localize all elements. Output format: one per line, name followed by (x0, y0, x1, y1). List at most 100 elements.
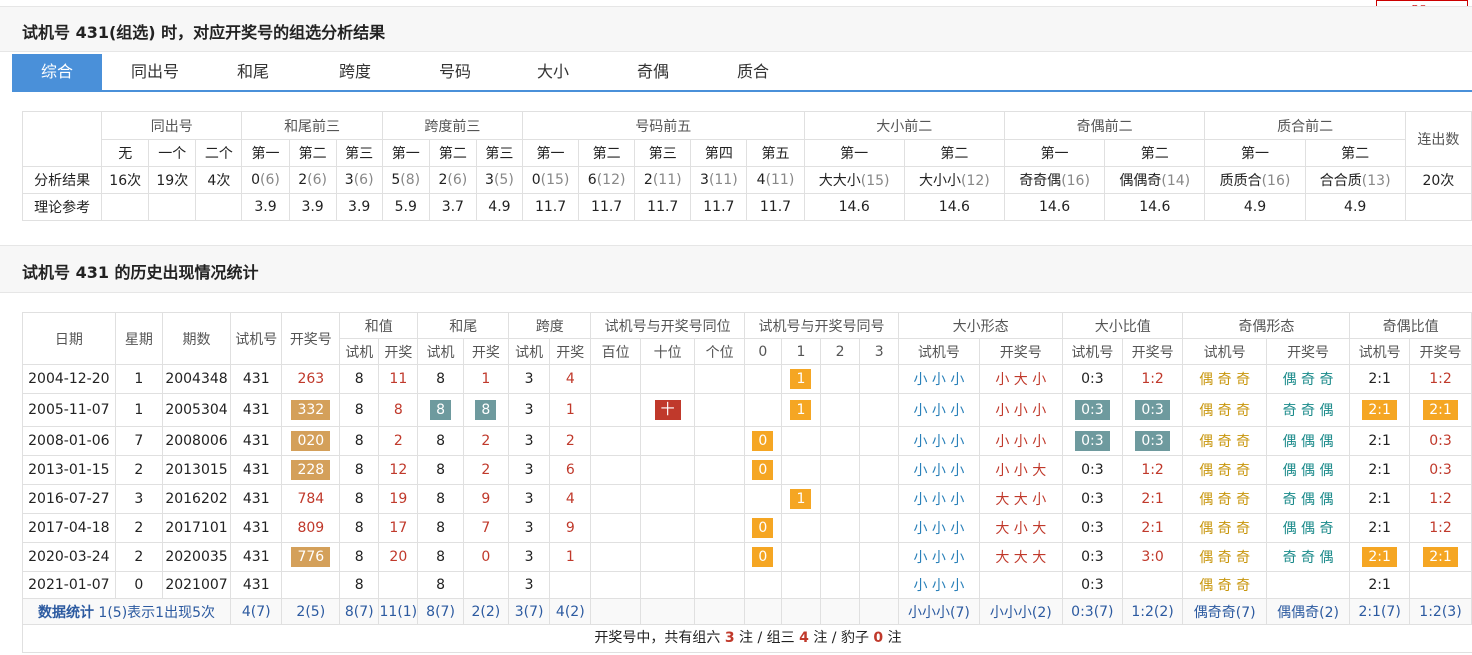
sub-header: 开奖 (378, 338, 419, 365)
sub-header: 第三 (335, 139, 383, 167)
cell-hw_s: 8 (417, 484, 464, 514)
cell-job_s: 2:1 (1349, 571, 1410, 599)
cell-value: 2 (393, 433, 403, 449)
row-label: 理论参考 (21, 193, 103, 221)
cell-kjh (281, 571, 341, 599)
result-value: 2 (643, 172, 653, 188)
sub-header: 第二 (578, 139, 636, 167)
sub-header: 第二 (1304, 139, 1406, 167)
cell-week: 2 (114, 513, 164, 543)
cell-jo_s: 偶 奇 奇 (1182, 393, 1267, 427)
reference-cell: 4.9 (1204, 193, 1306, 221)
cell-value: 奇 奇 偶 (1282, 550, 1334, 566)
summary-suffix: 注 (887, 630, 902, 646)
highlight-box: 2:1 (1362, 400, 1397, 420)
tonghao-cell (859, 571, 900, 599)
cell-hz_k: 12 (378, 455, 419, 485)
cell-value: 8 (354, 433, 364, 449)
cell-hw_k: 1 (462, 364, 510, 394)
cell-value: 小 小 小 (913, 403, 965, 419)
cell-value: 2004-12-20 (28, 371, 110, 387)
cell-value: 263 (297, 371, 325, 387)
result-cell: 2(11) (634, 166, 692, 194)
reference-cell: 14.6 (1003, 193, 1106, 221)
cell-kjh: 332 (281, 393, 341, 427)
cell-value: 7 (481, 520, 491, 536)
draw-type-summary: 开奖号中，共有组六 3 注 / 组三 4 注 / 豹子 0 注 (22, 624, 1472, 653)
table-row: 2004-12-20 1 2004348 431 263 8 11 8 1 3 4 1 小 小 小 小 大… (22, 364, 1472, 394)
tab-7[interactable]: 质合 (712, 54, 794, 90)
cell-jo_k: 偶 奇 奇 (1265, 364, 1351, 394)
tab-3[interactable]: 跨度 (314, 54, 396, 90)
result-value: 3 (344, 172, 354, 188)
stats-count: (7) (435, 603, 455, 620)
result-value: 大小小 (918, 173, 961, 189)
tab-5[interactable]: 大小 (512, 54, 594, 90)
cell-week: 1 (114, 393, 164, 427)
tonghao-cell: 1 (780, 364, 822, 394)
cell-hz_s: 8 (339, 513, 380, 543)
sub-header: 一个 (148, 139, 197, 167)
cell-week: 0 (114, 571, 164, 599)
reference-cell (148, 193, 197, 221)
result-count: (13) (1361, 173, 1391, 189)
table-row: 2021-01-07 0 2021007 431 8 8 3 小 小 小 0:3 偶 奇 奇 2:1 (22, 571, 1472, 599)
reference-cell: 11.7 (690, 193, 748, 221)
cell-kd_s: 3 (508, 513, 551, 543)
summary-mid1: 注 / 组三 (739, 630, 795, 646)
result-value: 大大小 (818, 173, 861, 189)
cell-value: 20 (389, 549, 408, 565)
reference-cell: 11.7 (521, 193, 580, 221)
stats-cell: 2(5) (281, 598, 341, 625)
cell-value: 3 (524, 462, 534, 478)
cell-value: 3 (524, 577, 534, 593)
tonghao-cell (820, 513, 861, 543)
cell-value: 2021007 (165, 577, 228, 593)
cell-hw_s: 8 (417, 455, 464, 485)
cell-date: 2021-01-07 (22, 571, 116, 599)
stats-cell: 小小小(2) (978, 598, 1063, 625)
cell-value: 0:3 (1081, 371, 1104, 387)
sub-header: 试机号 (1061, 338, 1123, 365)
cell-value: 偶 奇 奇 (1199, 403, 1251, 419)
cell-value: 偶 奇 奇 (1199, 578, 1251, 594)
zu6-count: 3 (724, 630, 735, 646)
stats-empty-cell (820, 598, 861, 625)
cell-dxb_s: 0:3 (1061, 571, 1123, 599)
result-value: 6 (587, 172, 597, 188)
result-cell: 2(6) (428, 166, 477, 194)
result-count: (16) (1061, 173, 1090, 189)
tab-4[interactable]: 号码 (414, 54, 496, 90)
stats-value: 11 (379, 603, 398, 620)
table-row: 2020-03-24 2 2020035 431 776 8 20 8 0 3 1 0 小 小 小 大 大… (22, 542, 1472, 572)
cell-job_s: 2:1 (1349, 484, 1410, 514)
tonghao-cell (743, 393, 782, 427)
highlight-box: 1 (790, 400, 812, 420)
tonghao-cell (780, 513, 822, 543)
cell-value: 8 (354, 491, 364, 507)
cell-value: 3 (524, 549, 534, 565)
cell-value: 8 (436, 433, 445, 449)
stats-cell: 2(2) (462, 598, 510, 625)
tonghao-cell (743, 571, 782, 599)
result-value: 2 (298, 172, 308, 188)
sub-header: 开奖 (549, 338, 592, 365)
cell-hz_k (378, 571, 419, 599)
sub-header: 第四 (690, 139, 748, 167)
cell-issue: 2017101 (162, 513, 231, 543)
tonghao-cell (859, 455, 900, 485)
tab-0[interactable]: 综合 (12, 54, 102, 90)
cell-kd_s: 3 (508, 426, 551, 456)
tab-2[interactable]: 和尾 (212, 54, 294, 90)
tab-1[interactable]: 同出号 (112, 54, 198, 90)
cell-value: 2:1 (1368, 520, 1391, 536)
result-value: 合合质 (1319, 173, 1362, 189)
tab-6[interactable]: 奇偶 (612, 54, 694, 90)
highlight-box: 8 (475, 400, 497, 420)
result-count: (6) (260, 172, 280, 188)
cell-week: 7 (114, 426, 164, 456)
result-cell: 16次 (101, 166, 150, 194)
cell-value: 2:1 (1141, 491, 1164, 507)
tonghao-cell (780, 542, 822, 572)
group-header: 跨度前三 (381, 111, 523, 140)
